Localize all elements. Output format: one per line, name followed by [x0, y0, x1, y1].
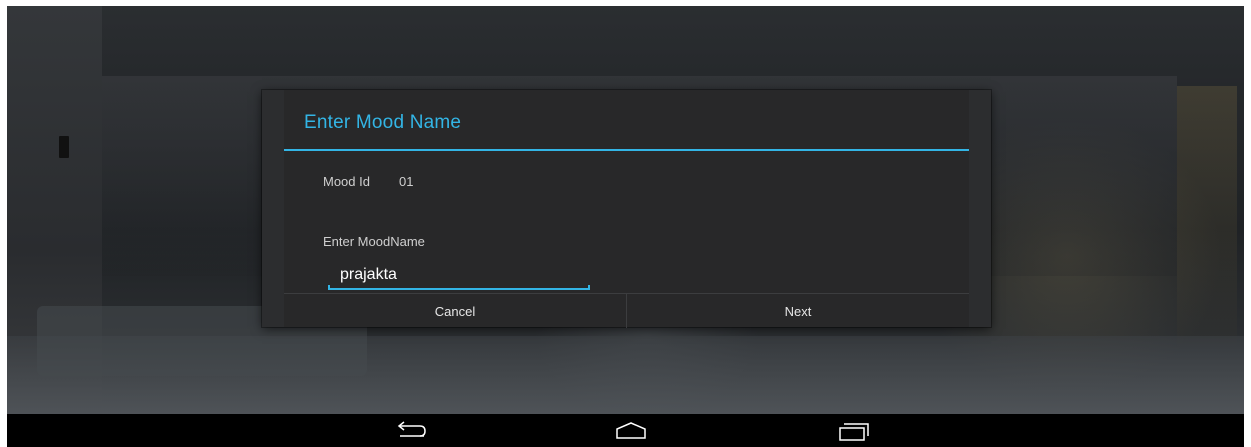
system-navigation-bar [7, 414, 1244, 447]
mood-id-label: Mood Id [323, 174, 370, 189]
home-icon[interactable] [601, 416, 661, 446]
dialog-panel: Enter Mood Name Mood Id 01 Enter MoodNam… [284, 90, 969, 328]
mood-name-dialog: Enter Mood Name Mood Id 01 Enter MoodNam… [262, 90, 991, 328]
dialog-title: Enter Mood Name [304, 112, 462, 133]
moodname-input[interactable] [328, 262, 590, 288]
cancel-button[interactable]: Cancel [284, 294, 626, 328]
moodname-label: Enter MoodName [323, 234, 425, 249]
title-divider [284, 149, 969, 151]
recent-apps-icon[interactable] [824, 416, 884, 446]
tablet-screen: Enter Mood Name Mood Id 01 Enter MoodNam… [7, 6, 1244, 447]
next-button[interactable]: Next [627, 294, 969, 328]
moodname-input-underline [328, 285, 590, 290]
dialog-button-bar: Cancel Next [284, 293, 969, 328]
mood-id-value: 01 [399, 174, 414, 189]
light-switch [59, 136, 69, 158]
back-icon[interactable] [380, 416, 440, 446]
